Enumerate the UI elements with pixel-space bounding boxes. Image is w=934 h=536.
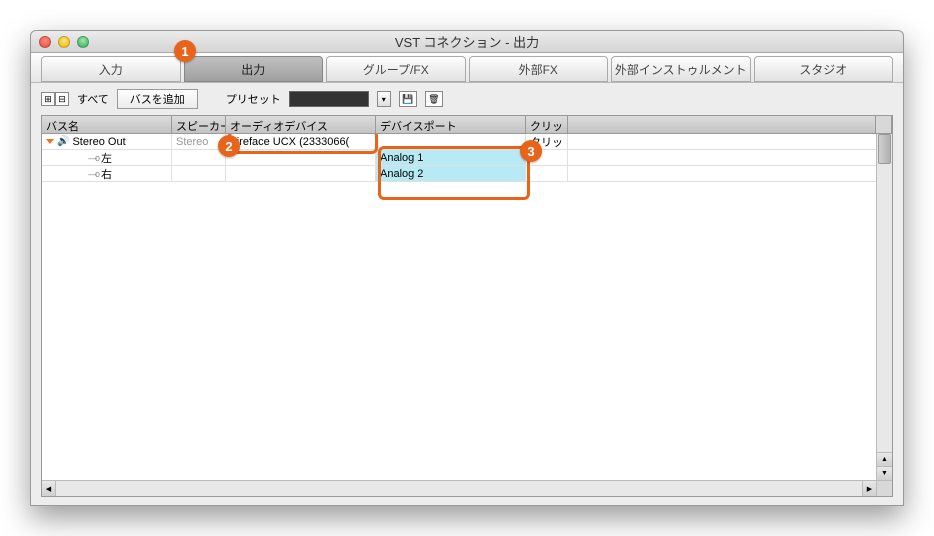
table-row[interactable]: ―o 右 Analog 2 (42, 166, 892, 182)
cell-fill (568, 166, 892, 181)
bus-name: Stereo Out (72, 136, 125, 148)
cell-fill (568, 134, 892, 149)
cell-bus[interactable]: 🔊 Stereo Out (42, 134, 172, 149)
table-row[interactable]: ―o 左 Analog 1 (42, 150, 892, 166)
port-icon: ―o (88, 169, 98, 179)
callout-badge-1: 1 (174, 40, 196, 62)
port-icon: ―o (88, 153, 98, 163)
scrollbar-thumb[interactable] (878, 134, 891, 164)
cell-port[interactable]: Analog 2 (376, 166, 526, 181)
preset-dropdown-button[interactable]: ▾ (377, 91, 391, 107)
scrollbar-corner (876, 480, 892, 496)
vst-connections-window: VST コネクション - 出力 入力 出力 グループ/FX 外部FX 外部インス… (30, 30, 904, 506)
vertical-scrollbar[interactable]: ▲ ▼ (876, 134, 892, 480)
window-title: VST コネクション - 出力 (31, 32, 903, 51)
toolbar: ⊞ ⊟ すべて バスを追加 プリセット ▾ 💾 🗑 (31, 87, 903, 111)
scroll-left-button[interactable]: ◀ (42, 481, 56, 496)
tab-studio[interactable]: スタジオ (754, 56, 894, 82)
tabbar: 入力 出力 グループ/FX 外部FX 外部インストゥルメント スタジオ 1 (31, 53, 903, 83)
expand-all-button[interactable]: ⊞ (41, 92, 55, 106)
col-header-speaker[interactable]: スピーカー (172, 116, 226, 133)
cell-bus[interactable]: ―o 右 (42, 166, 172, 181)
horizontal-scrollbar[interactable]: ◀ ▶ (42, 480, 876, 496)
bus-table: バス名 スピーカー オーディオデバイス デバイスポート クリッ 🔊 Stereo… (41, 115, 893, 497)
scroll-right-button[interactable]: ▶ (862, 481, 876, 496)
scroll-up-button[interactable]: ▲ (877, 452, 892, 466)
cell-device[interactable]: Fireface UCX (2333066( (226, 134, 376, 149)
expand-collapse-group: ⊞ ⊟ (41, 92, 69, 106)
tab-input[interactable]: 入力 (41, 56, 181, 82)
col-header-scroll-spacer (876, 116, 892, 133)
preset-select[interactable] (289, 91, 369, 107)
cell-port[interactable] (376, 134, 526, 149)
tab-group-fx[interactable]: グループ/FX (326, 56, 466, 82)
add-bus-button[interactable]: バスを追加 (117, 89, 198, 109)
col-header-bus[interactable]: バス名 (42, 116, 172, 133)
cell-fill (568, 150, 892, 165)
col-header-fill (568, 116, 876, 133)
tab-output[interactable]: 出力 (184, 56, 324, 82)
callout-badge-2: 2 (218, 135, 240, 157)
table-header: バス名 スピーカー オーディオデバイス デバイスポート クリッ (42, 116, 892, 134)
cell-speaker (172, 150, 226, 165)
delete-preset-button[interactable]: 🗑 (425, 91, 443, 107)
col-header-port[interactable]: デバイスポート (376, 116, 526, 133)
table-body: 🔊 Stereo Out Stereo Fireface UCX (233306… (42, 134, 892, 496)
cell-click (526, 166, 568, 181)
cell-port[interactable]: Analog 1 (376, 150, 526, 165)
speaker-icon: 🔊 (57, 136, 69, 147)
channel-name: 左 (101, 150, 112, 165)
col-header-click[interactable]: クリッ (526, 116, 568, 133)
titlebar: VST コネクション - 出力 (31, 31, 903, 53)
disclosure-icon[interactable] (46, 139, 54, 144)
cell-speaker (172, 166, 226, 181)
tab-external-instrument[interactable]: 外部インストゥルメント (611, 56, 751, 82)
channel-name: 右 (101, 166, 112, 181)
cell-device (226, 150, 376, 165)
preset-label: プリセット (226, 91, 281, 107)
col-header-device[interactable]: オーディオデバイス (226, 116, 376, 133)
cell-device (226, 166, 376, 181)
tab-external-fx[interactable]: 外部FX (469, 56, 609, 82)
save-preset-button[interactable]: 💾 (399, 91, 417, 107)
table-row[interactable]: 🔊 Stereo Out Stereo Fireface UCX (233306… (42, 134, 892, 150)
cell-bus[interactable]: ―o 左 (42, 150, 172, 165)
scroll-down-button[interactable]: ▼ (877, 466, 892, 480)
collapse-all-button[interactable]: ⊟ (55, 92, 69, 106)
callout-badge-3: 3 (520, 140, 542, 162)
all-label: すべて (77, 91, 109, 107)
